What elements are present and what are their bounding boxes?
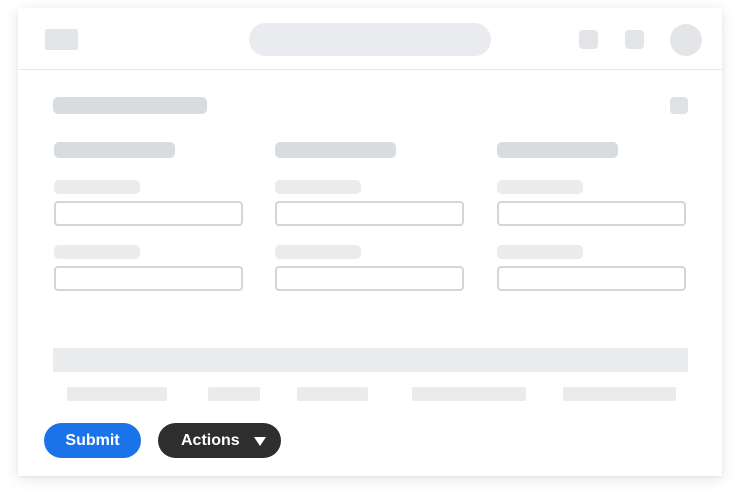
search-bar-placeholder[interactable] [249, 23, 491, 56]
field-label-placeholder [497, 245, 583, 259]
text-field[interactable] [497, 201, 686, 226]
actions-dropdown-button[interactable]: Actions [158, 423, 281, 458]
table-cell-placeholder [563, 387, 676, 401]
actions-button-label: Actions [181, 432, 240, 449]
nav-icon-placeholder[interactable] [625, 30, 644, 49]
column-title-placeholder [497, 142, 618, 158]
table-cell-placeholder [412, 387, 526, 401]
field-label-placeholder [54, 245, 140, 259]
text-field[interactable] [54, 201, 243, 226]
column-title-placeholder [275, 142, 396, 158]
table-header-placeholder [53, 348, 688, 372]
table-cell-placeholder [67, 387, 167, 401]
table-cell-placeholder [208, 387, 260, 401]
table-cell-placeholder [297, 387, 368, 401]
text-field[interactable] [54, 266, 243, 291]
field-label-placeholder [275, 245, 361, 259]
section-title-placeholder [53, 97, 207, 114]
nav-icon-placeholder[interactable] [579, 30, 598, 49]
field-label-placeholder [54, 180, 140, 194]
top-bar [18, 8, 722, 70]
text-field[interactable] [275, 266, 464, 291]
form-card: Submit Actions [18, 8, 722, 476]
caret-down-icon [254, 437, 266, 446]
section-menu-icon[interactable] [670, 97, 688, 114]
column-title-placeholder [54, 142, 175, 158]
submit-button[interactable]: Submit [44, 423, 141, 458]
text-field[interactable] [497, 266, 686, 291]
field-label-placeholder [497, 180, 583, 194]
logo-placeholder [45, 29, 78, 50]
avatar[interactable] [670, 24, 702, 56]
text-field[interactable] [275, 201, 464, 226]
field-label-placeholder [275, 180, 361, 194]
